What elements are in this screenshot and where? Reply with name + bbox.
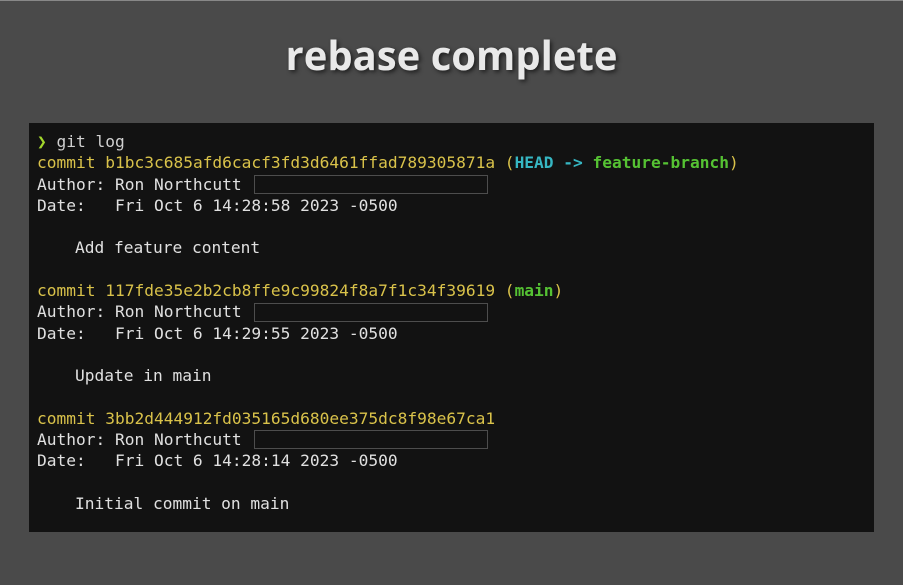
typed-command: git log xyxy=(47,132,125,151)
commit-message: Initial commit on main xyxy=(37,493,866,514)
commit-header: commit 3bb2d444912fd035165d680ee375dc8f9… xyxy=(37,408,866,429)
author-line: Author: Ron Northcutt xyxy=(37,429,866,450)
commit-label: commit xyxy=(37,153,105,172)
commit-hash: 117fde35e2b2cb8ffe9c99824f8a7f1c34f39619 xyxy=(105,281,495,300)
redacted-email xyxy=(255,176,487,193)
ref-close: ) xyxy=(554,281,564,300)
commit-header: commit 117fde35e2b2cb8ffe9c99824f8a7f1c3… xyxy=(37,280,866,301)
branch-ref: main xyxy=(515,281,554,300)
date-line: Date: Fri Oct 6 14:29:55 2023 -0500 xyxy=(37,323,866,344)
redacted-email xyxy=(255,431,487,448)
date-line: Date: Fri Oct 6 14:28:14 2023 -0500 xyxy=(37,450,866,471)
blank-line xyxy=(37,344,866,365)
ref-open: ( xyxy=(495,153,515,172)
commit-label: commit xyxy=(37,281,105,300)
commit-hash: 3bb2d444912fd035165d680ee375dc8f98e67ca1 xyxy=(105,409,495,428)
head-ref: HEAD -> xyxy=(515,153,593,172)
author-line: Author: Ron Northcutt xyxy=(37,174,866,195)
blank-line xyxy=(37,472,866,493)
commit-label: commit xyxy=(37,409,105,428)
slide-title: rebase complete xyxy=(0,27,903,82)
commit-message: Add feature content xyxy=(37,237,866,258)
commit-message: Update in main xyxy=(37,365,866,386)
author-text: Author: Ron Northcutt xyxy=(37,301,251,322)
commit-hash: b1bc3c685afd6cacf3fd3d6461ffad789305871a xyxy=(105,153,495,172)
date-line: Date: Fri Oct 6 14:28:58 2023 -0500 xyxy=(37,195,866,216)
command-line: ❯ git log xyxy=(37,131,866,152)
blank-line xyxy=(37,259,866,280)
author-line: Author: Ron Northcutt xyxy=(37,301,866,322)
branch-ref: feature-branch xyxy=(593,153,729,172)
ref-open: ( xyxy=(495,281,515,300)
prompt-icon: ❯ xyxy=(37,132,47,151)
commit-header: commit b1bc3c685afd6cacf3fd3d6461ffad789… xyxy=(37,152,866,173)
ref-close: ) xyxy=(729,153,739,172)
blank-line xyxy=(37,216,866,237)
redacted-email xyxy=(255,304,487,321)
author-text: Author: Ron Northcutt xyxy=(37,174,251,195)
author-text: Author: Ron Northcutt xyxy=(37,429,251,450)
blank-line xyxy=(37,387,866,408)
terminal-output: ❯ git log commit b1bc3c685afd6cacf3fd3d6… xyxy=(29,123,874,532)
